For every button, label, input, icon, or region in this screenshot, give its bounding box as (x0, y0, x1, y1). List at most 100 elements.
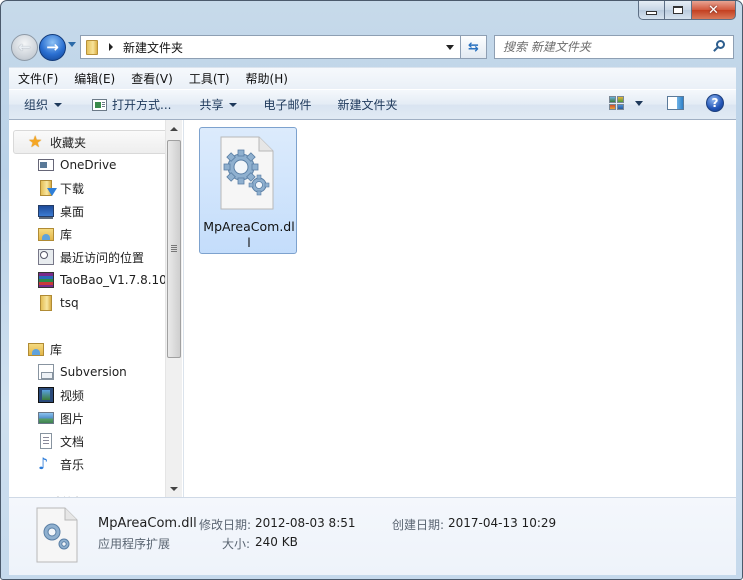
view-options-dropdown[interactable] (635, 100, 643, 106)
details-file-name: MpAreaCom.dll (98, 516, 197, 531)
change-view-icon[interactable] (609, 96, 625, 110)
scroll-thumb[interactable] (167, 140, 181, 358)
navigation-bar: ← → 新建文件夹 ⇆ (1, 31, 743, 61)
file-name: MpAreaCom.dll (203, 219, 295, 250)
sidebar-item-recent-places[interactable]: 最近访问的位置 (38, 247, 144, 267)
sidebar-item-downloads[interactable]: 下载 (38, 178, 84, 198)
details-file-type: 应用程序扩展 (98, 537, 171, 551)
sidebar-item-label: 图片 (60, 411, 85, 426)
maximize-button[interactable] (665, 1, 692, 20)
file-list: MpAreaCom.dll (184, 120, 736, 497)
forward-button[interactable]: → (39, 34, 66, 61)
explorer-window: ✕ ← → 新建文件夹 ⇆ 文件(F) 编辑(E) 查看(V) 工具(T) 帮助… (0, 0, 743, 580)
sidebar-item-label: Subversion (60, 365, 127, 379)
sidebar-item-label: 音乐 (60, 457, 85, 472)
back-button[interactable]: ← (11, 34, 38, 61)
menu-help[interactable]: 帮助(H) (241, 70, 293, 87)
close-icon: ✕ (708, 2, 719, 18)
organize-label: 组织 (24, 98, 49, 112)
file-item[interactable]: MpAreaCom.dll (199, 127, 297, 254)
new-folder-button[interactable]: 新建文件夹 (329, 93, 407, 117)
subversion-library-icon (38, 364, 54, 380)
details-size-value: 240 KB (255, 535, 298, 549)
menu-tools[interactable]: 工具(T) (184, 70, 235, 87)
details-modified-label: 修改日期: (199, 518, 252, 532)
menu-file[interactable]: 文件(F) (13, 70, 63, 87)
sidebar-item-label: tsq (60, 296, 79, 310)
library-icon (28, 342, 44, 356)
help-icon[interactable]: ? (706, 94, 724, 112)
sidebar-item-label: 文档 (60, 434, 85, 449)
sidebar-item-desktop[interactable]: 桌面 (38, 201, 84, 221)
open-with-button[interactable]: 打开方式... (83, 93, 180, 117)
winrar-archive-icon (38, 272, 54, 288)
folder-icon (40, 295, 52, 311)
search-input[interactable] (503, 40, 711, 54)
new-folder-label: 新建文件夹 (337, 98, 398, 112)
dll-file-icon (36, 507, 78, 563)
recent-pages-dropdown[interactable] (68, 42, 76, 47)
documents-library-icon (40, 433, 52, 449)
address-history-dropdown[interactable] (446, 45, 454, 50)
onedrive-icon (38, 159, 54, 171)
chevron-down-icon (54, 102, 63, 107)
sidebar-libraries[interactable]: 库 (28, 339, 62, 359)
minimize-icon (646, 10, 657, 15)
share-label: 共享 (199, 98, 224, 112)
address-bar[interactable]: 新建文件夹 (80, 35, 461, 59)
open-with-label: 打开方式... (112, 98, 172, 112)
sidebar-item-taobao[interactable]: TaoBao_V1.7.8.10_ (38, 270, 173, 290)
menu-bar: 文件(F) 编辑(E) 查看(V) 工具(T) 帮助(H) (9, 67, 736, 89)
grip-icon (171, 245, 177, 246)
details-modified-value: 2012-08-03 8:51 (255, 516, 356, 530)
sidebar-item-documents[interactable]: 文档 (38, 431, 84, 451)
sidebar-item-music[interactable]: ♪ 音乐 (38, 454, 84, 474)
sidebar-item-label: 桌面 (60, 204, 85, 219)
email-label: 电子邮件 (263, 98, 312, 112)
scroll-up-button[interactable] (166, 120, 182, 137)
sidebar-item-label: 收藏夹 (50, 135, 87, 150)
preview-pane-icon[interactable] (667, 96, 684, 110)
sidebar-scrollbar[interactable] (165, 120, 182, 497)
search-box[interactable] (494, 35, 734, 59)
chevron-down-icon (229, 102, 238, 107)
share-button[interactable]: 共享 (190, 93, 246, 117)
sidebar-item-label: TaoBao_V1.7.8.10_ (60, 273, 173, 287)
explorer-body: ★ 收藏夹 OneDrive 下载 桌面 库 最近访问的位置 TaoBao_V1… (9, 120, 736, 497)
refresh-button[interactable]: ⇆ (461, 35, 487, 59)
menu-edit[interactable]: 编辑(E) (69, 70, 120, 87)
close-button[interactable]: ✕ (692, 1, 736, 20)
dll-file-icon (220, 136, 274, 210)
sidebar-item-onedrive[interactable]: OneDrive (38, 155, 116, 175)
organize-button[interactable]: 组织 (15, 93, 71, 117)
sidebar-item-tsq[interactable]: tsq (38, 293, 79, 313)
caption-buttons: ✕ (638, 1, 736, 21)
sidebar-item-label: 最近访问的位置 (60, 250, 145, 265)
open-with-icon (92, 98, 108, 111)
details-created-label: 创建日期: (392, 518, 445, 532)
breadcrumb-current-folder[interactable]: 新建文件夹 (123, 39, 183, 56)
scroll-down-button[interactable] (166, 480, 182, 497)
navigation-pane: ★ 收藏夹 OneDrive 下载 桌面 库 最近访问的位置 TaoBao_V1… (9, 120, 183, 497)
folder-icon (86, 39, 99, 55)
sidebar-item-label: 库 (60, 227, 73, 242)
search-icon[interactable] (711, 39, 727, 55)
details-pane: MpAreaCom.dll 应用程序扩展 修改日期: 2012-08-03 8:… (9, 497, 736, 575)
downloads-folder-icon (40, 180, 57, 196)
library-icon (38, 227, 54, 241)
view-controls: ? (609, 94, 724, 112)
sidebar-item-subversion[interactable]: Subversion (38, 362, 127, 382)
sidebar-item-library[interactable]: 库 (38, 224, 72, 244)
sidebar-item-videos[interactable]: 视频 (38, 385, 84, 405)
menu-view[interactable]: 查看(V) (126, 70, 178, 87)
email-button[interactable]: 电子邮件 (254, 93, 320, 117)
minimize-button[interactable] (638, 1, 665, 20)
sidebar-item-pictures[interactable]: 图片 (38, 408, 84, 428)
breadcrumb-chevron-icon[interactable] (109, 43, 113, 51)
recent-places-icon (38, 249, 54, 265)
sidebar-favorites[interactable]: ★ 收藏夹 (28, 132, 86, 152)
sidebar-item-label: 视频 (60, 388, 85, 403)
video-library-icon (38, 387, 54, 403)
command-bar: 组织 打开方式... 共享 电子邮件 新建文件夹 ? (9, 89, 736, 120)
sidebar-item-label: OneDrive (60, 158, 117, 172)
